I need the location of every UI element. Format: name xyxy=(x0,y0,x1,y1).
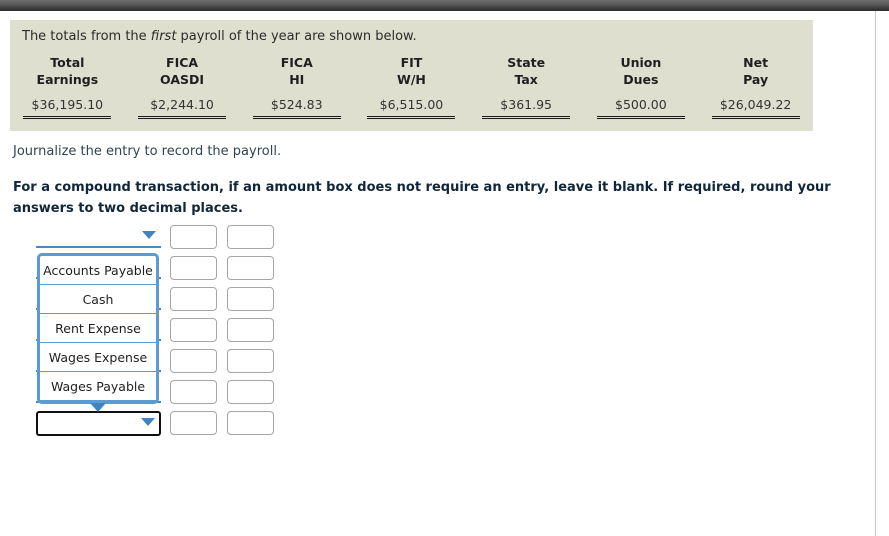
column-header-state-tax: State Tax xyxy=(469,52,584,90)
credit-input-7[interactable] xyxy=(227,411,274,435)
browser-chrome-bar xyxy=(0,0,889,11)
table-header-row: Total Earnings FICA OASDI FICA HI FIT W/… xyxy=(10,52,813,90)
debit-input-3[interactable] xyxy=(170,287,217,311)
debit-input-7[interactable] xyxy=(170,411,217,435)
debit-input-2[interactable] xyxy=(170,256,217,280)
amount-value: $26,049.22 xyxy=(711,97,800,119)
column-header-line1: FIT xyxy=(400,55,423,70)
payroll-totals-table: Total Earnings FICA OASDI FICA HI FIT W/… xyxy=(10,52,813,122)
column-header-line2: Tax xyxy=(514,72,538,87)
table-cell-state-tax: $361.95 xyxy=(469,90,584,122)
intro-text-after: payroll of the year are shown below. xyxy=(176,29,417,44)
table-cell-net-pay: $26,049.22 xyxy=(698,90,813,122)
chevron-down-icon xyxy=(142,231,156,239)
table-cell-fit-wh: $6,515.00 xyxy=(354,90,469,122)
column-header-line2: Dues xyxy=(623,72,659,87)
dropdown-option-cash[interactable]: Cash xyxy=(40,285,156,314)
intro-text-before: The totals from the xyxy=(22,29,151,44)
dropdown-option-wages-payable[interactable]: Wages Payable xyxy=(40,372,156,401)
account-dropdown-list[interactable]: Accounts Payable Cash Rent Expense Wages… xyxy=(37,253,159,412)
table-cell-total-earnings: $36,195.10 xyxy=(10,90,125,122)
column-header-fica-hi: FICA HI xyxy=(239,52,354,90)
chevron-down-icon xyxy=(141,418,155,426)
intro-text-emphasis: first xyxy=(150,29,177,44)
column-header-line1: Union xyxy=(620,55,662,70)
scrollbar-track[interactable] xyxy=(877,11,889,536)
credit-input-6[interactable] xyxy=(227,380,274,404)
column-header-net-pay: Net Pay xyxy=(698,52,813,90)
amount-value: $36,195.10 xyxy=(23,97,112,119)
column-header-line2: OASDI xyxy=(160,72,205,87)
dropdown-option-accounts-payable[interactable]: Accounts Payable xyxy=(40,256,156,285)
amount-value: $524.83 xyxy=(252,97,341,119)
compound-transaction-instruction: For a compound transaction, if an amount… xyxy=(13,180,831,216)
debit-input-1[interactable] xyxy=(170,225,217,249)
payroll-totals-panel: The totals from the first payroll of the… xyxy=(10,20,813,131)
debit-input-5[interactable] xyxy=(170,349,217,373)
table-cell-fica-hi: $524.83 xyxy=(239,90,354,122)
account-select-7[interactable] xyxy=(36,411,161,436)
column-header-line2: Earnings xyxy=(36,72,99,87)
column-header-line1: FICA xyxy=(166,55,199,70)
table-cell-union-dues: $500.00 xyxy=(584,90,699,122)
panel-intro-text: The totals from the first payroll of the… xyxy=(10,29,813,45)
credit-input-1[interactable] xyxy=(227,225,274,249)
credit-input-2[interactable] xyxy=(227,256,274,280)
credit-input-3[interactable] xyxy=(227,287,274,311)
amount-value: $361.95 xyxy=(482,97,571,119)
debit-input-4[interactable] xyxy=(170,318,217,342)
page-viewport: The totals from the first payroll of the… xyxy=(0,11,889,536)
column-header-line2: HI xyxy=(289,72,305,87)
column-header-total-earnings: Total Earnings xyxy=(10,52,125,90)
journalize-instruction: Journalize the entry to record the payro… xyxy=(13,144,282,159)
table-row: $36,195.10 $2,244.10 $524.83 $6,515.00 $… xyxy=(10,90,813,122)
debit-input-6[interactable] xyxy=(170,380,217,404)
column-header-line1: Total xyxy=(50,55,85,70)
dropdown-scroll-down-icon[interactable] xyxy=(90,403,106,412)
column-header-line1: FICA xyxy=(280,55,313,70)
column-header-fica-oasdi: FICA OASDI xyxy=(125,52,240,90)
amount-value: $2,244.10 xyxy=(138,97,227,119)
column-header-union-dues: Union Dues xyxy=(584,52,699,90)
column-header-line2: W/H xyxy=(397,72,426,87)
dropdown-option-rent-expense[interactable]: Rent Expense xyxy=(40,314,156,343)
column-header-line1: State xyxy=(507,55,546,70)
credit-input-4[interactable] xyxy=(227,318,274,342)
column-header-fit-wh: FIT W/H xyxy=(354,52,469,90)
journal-row-1 xyxy=(0,225,400,256)
table-cell-fica-oasdi: $2,244.10 xyxy=(125,90,240,122)
column-header-line1: Net xyxy=(743,55,769,70)
dropdown-option-wages-expense[interactable]: Wages Expense xyxy=(40,343,156,372)
journal-row-7 xyxy=(0,411,400,442)
amount-value: $6,515.00 xyxy=(367,97,456,119)
column-header-line2: Pay xyxy=(743,72,769,87)
amount-value: $500.00 xyxy=(596,97,685,119)
vertical-scrollbar[interactable] xyxy=(875,11,889,536)
credit-input-5[interactable] xyxy=(227,349,274,373)
account-select-1[interactable] xyxy=(36,225,161,248)
panel-footer-spacer xyxy=(10,122,813,131)
